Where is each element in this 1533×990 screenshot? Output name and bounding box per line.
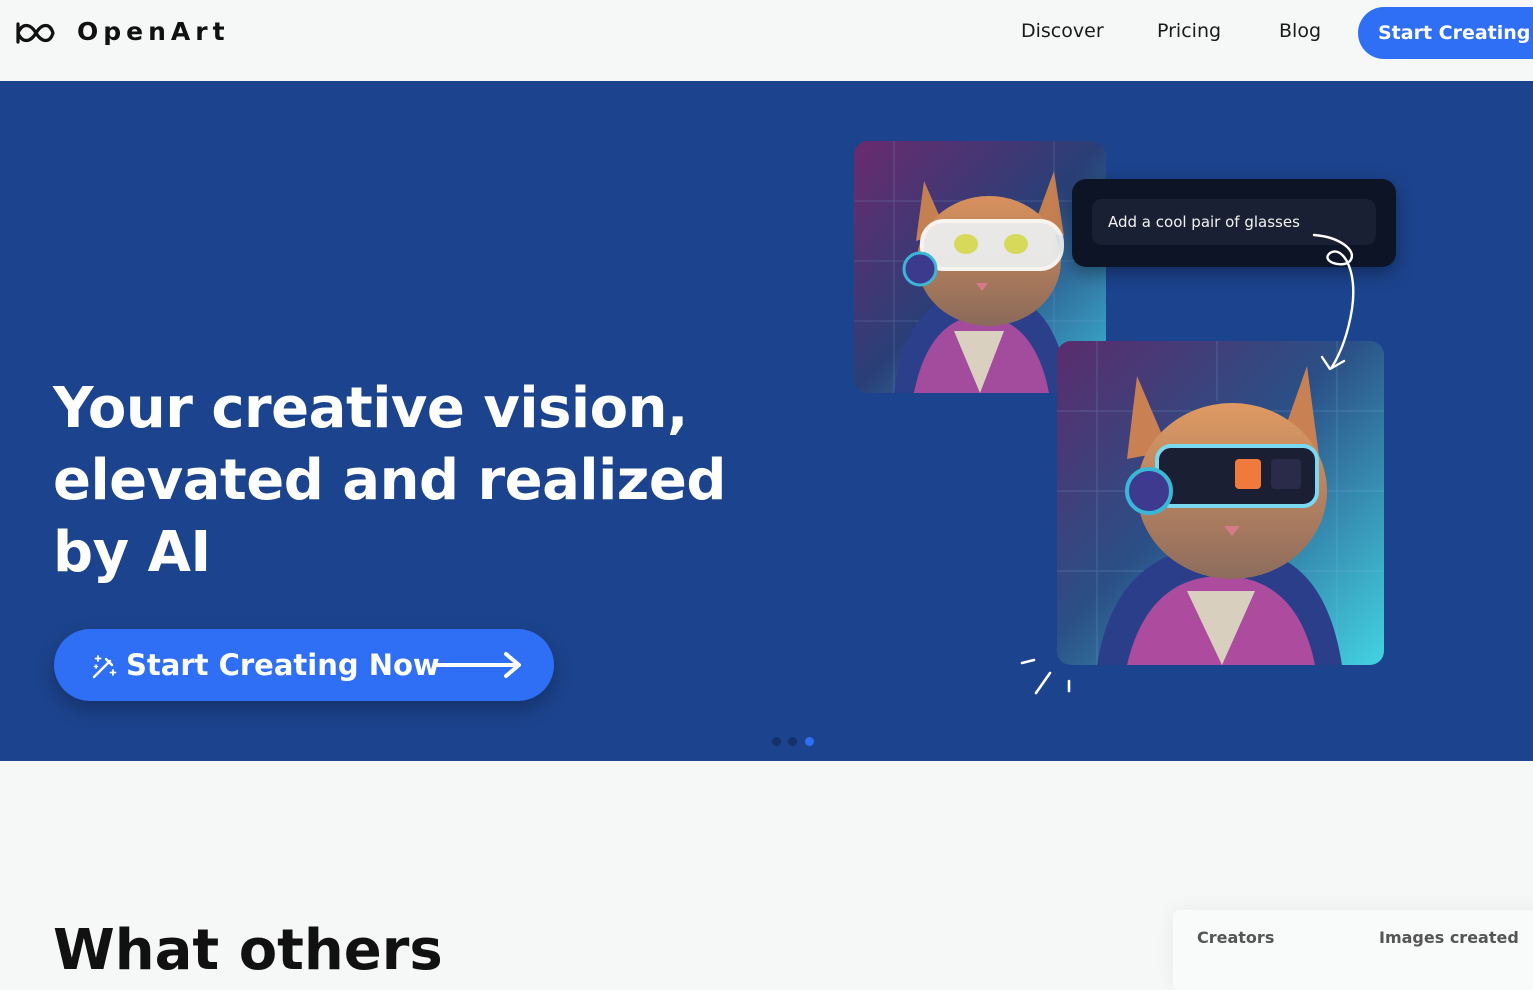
stats-card: Creators Images created [1173,910,1533,990]
stat-label-creators: Creators [1197,928,1275,947]
magic-wand-icon [92,655,117,679]
carousel-dot-3[interactable] [805,737,814,746]
hero-cta-label: Start Creating Now [126,648,440,682]
section-title: What others [53,918,443,983]
hero-start-creating-button[interactable]: Start Creating Now [54,629,554,701]
brand-name[interactable]: OpenArt [77,17,230,46]
nav-discover[interactable]: Discover [1021,20,1104,42]
arrow-right-icon [434,652,521,678]
nav-blog[interactable]: Blog [1279,20,1321,42]
carousel-dot-1[interactable] [772,737,781,746]
hero-section: Your creative vision, elevated and reali… [0,81,1533,761]
top-nav: OpenArt Discover Pricing Blog Start Crea… [0,0,1533,81]
infinity-logo-icon[interactable] [16,20,56,46]
cat-after-image [1057,341,1384,665]
hero-title: Your creative vision, elevated and reali… [53,376,726,585]
sparkle-icon [1020,658,1071,695]
prompt-text: Add a cool pair of glasses [1108,213,1300,231]
header-start-creating-button[interactable]: Start Creating Now [1358,7,1533,59]
carousel-dot-2[interactable] [788,737,797,746]
stat-label-images-created: Images created [1379,928,1519,947]
nav-pricing[interactable]: Pricing [1157,20,1221,42]
curly-arrow-icon [1312,233,1355,371]
